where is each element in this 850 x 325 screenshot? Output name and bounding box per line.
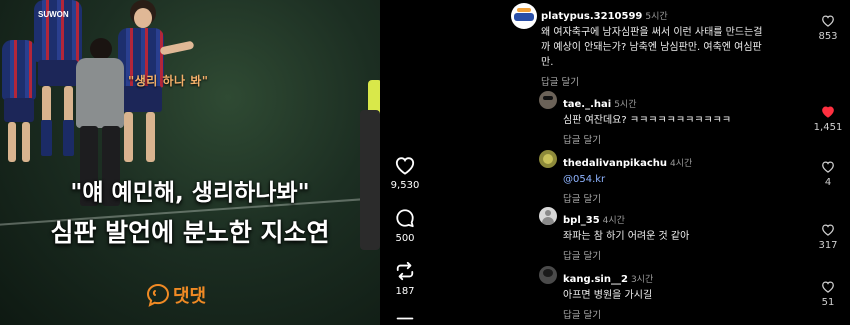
comment-like[interactable]: 317: [808, 223, 848, 251]
comment-time: 5시간: [645, 12, 668, 22]
comment-line: 심판 여잔데요? ㅋㅋㅋㅋㅋㅋㅋㅋㅋㅋㅋ: [563, 115, 732, 126]
logo-text: 댓댓: [173, 286, 207, 307]
caption-small: "생리 하나 봐": [128, 74, 209, 88]
comment-line: 좌파는 참 하기 어려운 것 같아: [563, 231, 690, 242]
comment-like[interactable]: 4: [808, 160, 848, 188]
comment-time: 5시간: [614, 100, 637, 110]
comment-header: platypus.3210599 5시간: [541, 4, 806, 23]
heart-icon[interactable]: [821, 280, 835, 293]
heart-icon[interactable]: [394, 155, 416, 175]
comment-item: kang.sin__2 3시간 아프면 병원을 가시길 답글 달기: [563, 267, 803, 321]
like-action[interactable]: 9,530: [383, 155, 427, 191]
comment-username[interactable]: tae._.hai: [563, 99, 611, 110]
avatar[interactable]: [539, 91, 557, 109]
comment-header: bpl_35 4시간: [563, 208, 803, 227]
heart-icon[interactable]: [821, 223, 835, 236]
comment-text: 아프면 병원을 가시길: [563, 288, 803, 303]
video-subtitle: 심판 발언에 분노한 지소연: [50, 218, 330, 247]
channel-logo: 댓댓: [146, 282, 206, 308]
reply-button[interactable]: 답글 달기: [563, 132, 803, 146]
comment-like-count: 1,451: [813, 122, 843, 133]
comment-action[interactable]: 500: [383, 208, 427, 244]
comment-mention-link[interactable]: @054.kr: [563, 172, 803, 187]
heart-icon[interactable]: [821, 160, 835, 173]
comment-username[interactable]: platypus.3210599: [541, 11, 642, 22]
avatar[interactable]: [511, 3, 537, 29]
repost-count: 187: [395, 286, 415, 297]
comment-icon[interactable]: [394, 208, 416, 228]
comment-item: platypus.3210599 5시간 왜 여자축구에 남자심판을 써서 이런 …: [541, 4, 806, 88]
comment-time: 4시간: [602, 216, 625, 226]
repost-action[interactable]: 187: [383, 261, 427, 297]
comment-text: 심판 여잔데요? ㅋㅋㅋㅋㅋㅋㅋㅋㅋㅋㅋ: [563, 113, 803, 128]
share-icon[interactable]: [395, 314, 415, 325]
like-count: 9,530: [390, 180, 420, 191]
comment-like[interactable]: 853: [808, 14, 848, 42]
avatar[interactable]: [539, 266, 557, 284]
action-bar: 9,530 500 187: [383, 0, 427, 325]
comment-item: thedalivanpikachu 4시간 @054.kr 답글 달기: [563, 151, 803, 205]
comment-line: 아프면 병원을 가시길: [563, 290, 653, 301]
comment-header: tae._.hai 5시간: [563, 92, 803, 111]
reply-button[interactable]: 답글 달기: [563, 248, 803, 262]
comment-list: platypus.3210599 5시간 왜 여자축구에 남자심판을 써서 이런 …: [505, 0, 850, 325]
comment-username[interactable]: kang.sin__2: [563, 274, 628, 285]
comment-username[interactable]: thedalivanpikachu: [563, 158, 667, 169]
comment-header: thedalivanpikachu 4시간: [563, 151, 803, 170]
comment-username[interactable]: bpl_35: [563, 215, 600, 226]
comment-header: kang.sin__2 3시간: [563, 267, 803, 286]
comment-text: 왜 여자축구에 남자심판을 써서 이런 사태를 만드는걸 까 예상이 안돼는가?…: [541, 25, 806, 70]
comment-like[interactable]: 51: [808, 280, 848, 308]
video-player[interactable]: SUWON "생리 하나 봐" "얘 예민해, 생리하나봐" 심판 발언에 분노…: [0, 0, 380, 325]
video-quote: "얘 예민해, 생리하나봐": [70, 180, 310, 206]
reply-button[interactable]: 답글 달기: [563, 307, 803, 321]
comment-time: 3시간: [630, 275, 654, 285]
comment-time: 4시간: [669, 159, 693, 169]
comment-like-count: 4: [824, 177, 832, 188]
avatar[interactable]: [539, 207, 557, 225]
share-action[interactable]: [383, 314, 427, 325]
comment-like-count: 51: [821, 297, 835, 308]
comment-item: tae._.hai 5시간 심판 여잔데요? ㅋㅋㅋㅋㅋㅋㅋㅋㅋㅋㅋ 답글 달기: [563, 92, 803, 146]
comment-like[interactable]: 1,451: [808, 105, 848, 133]
reply-button[interactable]: 답글 달기: [541, 74, 806, 88]
jersey-text: SUWON: [38, 10, 69, 19]
speech-bubble-icon: [146, 283, 170, 307]
heart-filled-icon[interactable]: [821, 105, 835, 118]
comment-line: 까 예상이 안돼는가? 남축엔 남심판만. 여축엔 여심판: [541, 42, 762, 53]
comment-line[interactable]: @054.kr: [563, 172, 803, 187]
avatar[interactable]: [539, 150, 557, 168]
comment-item: bpl_35 4시간 좌파는 참 하기 어려운 것 같아 답글 달기: [563, 208, 803, 262]
reply-button[interactable]: 답글 달기: [563, 191, 803, 205]
repost-icon[interactable]: [394, 261, 416, 281]
comment-line: 왜 여자축구에 남자심판을 써서 이런 사태를 만드는걸: [541, 27, 763, 38]
heart-icon[interactable]: [821, 14, 835, 27]
comment-count: 500: [395, 233, 415, 244]
comment-text: 좌파는 참 하기 어려운 것 같아: [563, 229, 803, 244]
comment-like-count: 853: [818, 31, 838, 42]
comment-line: 만.: [541, 57, 554, 68]
comment-like-count: 317: [818, 240, 838, 251]
